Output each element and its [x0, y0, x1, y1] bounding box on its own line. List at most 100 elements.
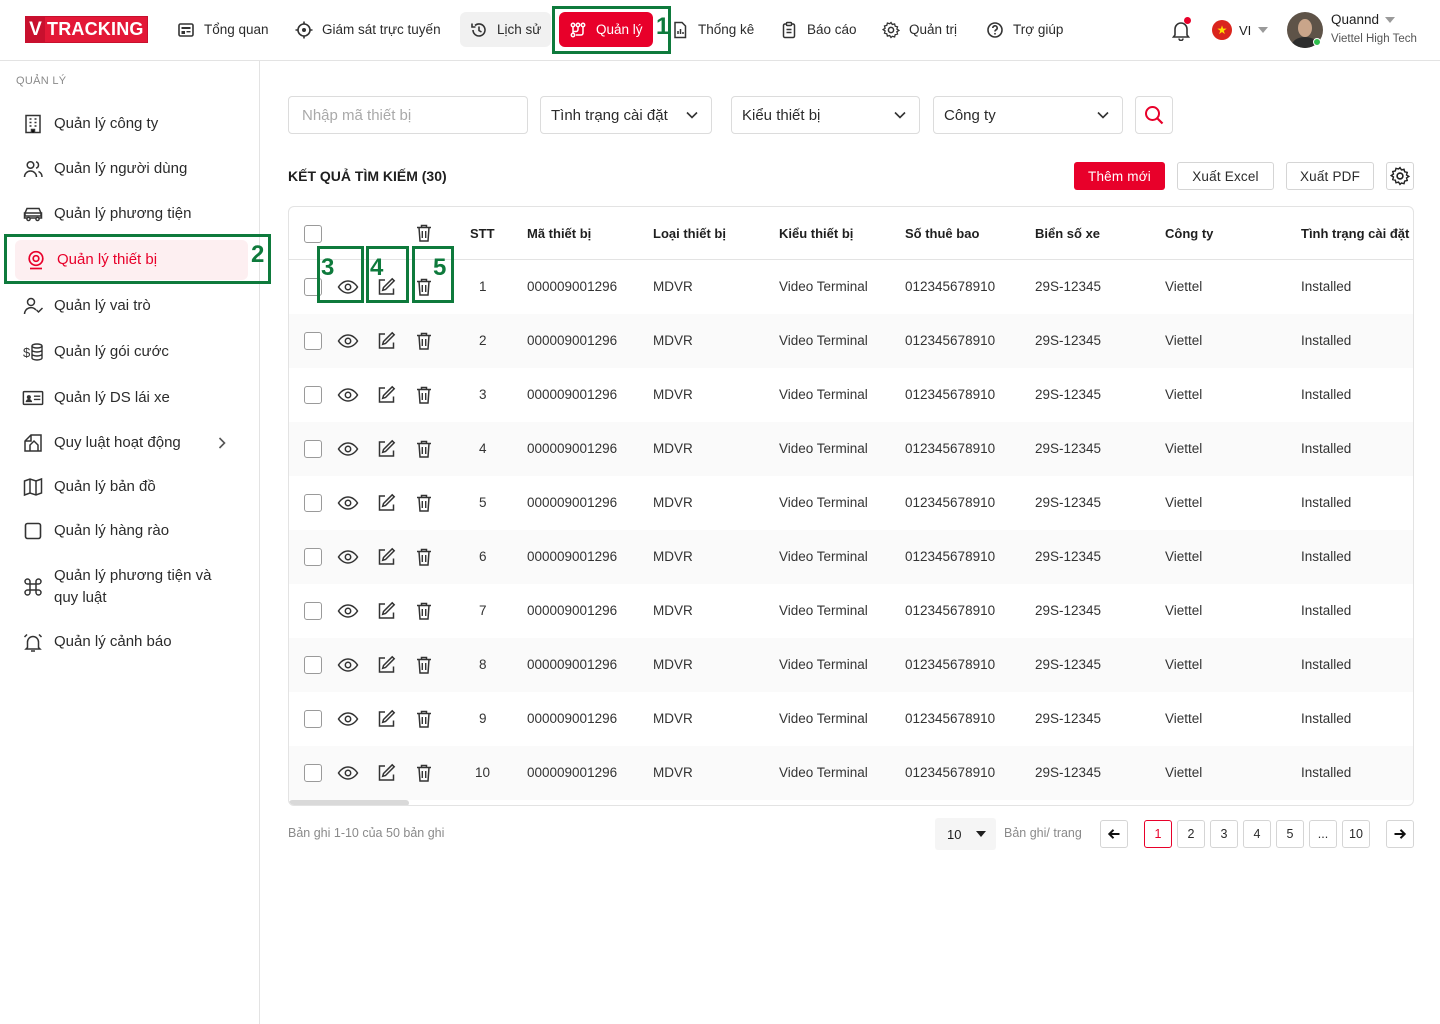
- delete-icon[interactable]: [413, 492, 435, 514]
- edit-icon[interactable]: [375, 492, 397, 514]
- page-button-4[interactable]: 4: [1243, 820, 1271, 848]
- page-button-3[interactable]: 3: [1210, 820, 1238, 848]
- view-eye-icon[interactable]: [337, 438, 359, 460]
- sidebar-item-operation-rules[interactable]: Quy luật hoạt động: [22, 432, 227, 454]
- table-row[interactable]: 7 000009001296 MDVR Video Terminal 012345678…: [289, 584, 1413, 638]
- sidebar-item-subscriptions[interactable]: $ Quản lý gói cước: [22, 341, 169, 363]
- language-selector[interactable]: ★ VI: [1212, 20, 1269, 40]
- table-row[interactable]: 4 000009001296 MDVR Video Terminal 012345678…: [289, 422, 1413, 476]
- column-header-subscriber-number[interactable]: Số thuê bao: [905, 226, 979, 241]
- table-row[interactable]: 8 000009001296 MDVR Video Terminal 012345678…: [289, 638, 1413, 692]
- prev-page-button[interactable]: [1100, 820, 1128, 848]
- delete-icon[interactable]: [413, 762, 435, 784]
- row-checkbox[interactable]: [304, 494, 322, 512]
- company-select[interactable]: Công ty: [933, 96, 1123, 134]
- nav-help[interactable]: Trợ giúp: [986, 12, 1063, 47]
- sidebar-item-roles[interactable]: Quản lý vai trò: [22, 295, 151, 317]
- sidebar-item-vehicle-rules[interactable]: Quản lý phương tiện và quy luật: [22, 565, 211, 609]
- view-eye-icon[interactable]: [337, 654, 359, 676]
- sidebar-item-users[interactable]: Quản lý người dùng: [22, 158, 187, 180]
- view-eye-icon[interactable]: [337, 330, 359, 352]
- edit-icon[interactable]: [375, 546, 397, 568]
- sidebar-item-companies[interactable]: Quản lý công ty: [22, 113, 158, 135]
- cell-license-plate: 29S-12345: [1035, 495, 1102, 510]
- nav-statistics[interactable]: Thống kê: [671, 12, 754, 47]
- view-eye-icon[interactable]: [337, 600, 359, 622]
- column-header-install-status[interactable]: Tình trạng cài đặt: [1301, 226, 1409, 241]
- export-excel-button[interactable]: Xuất Excel: [1177, 162, 1274, 190]
- bulk-delete-icon[interactable]: [413, 222, 435, 244]
- edit-icon[interactable]: [375, 600, 397, 622]
- add-new-button[interactable]: Thêm mới: [1074, 162, 1165, 190]
- row-checkbox[interactable]: [304, 332, 322, 350]
- install-status-select[interactable]: Tình trạng cài đặt: [540, 96, 712, 134]
- delete-icon[interactable]: [413, 330, 435, 352]
- page-button-10[interactable]: 10: [1342, 820, 1370, 848]
- table-settings-button[interactable]: [1386, 162, 1414, 190]
- row-checkbox[interactable]: [304, 386, 322, 404]
- table-row[interactable]: 3 000009001296 MDVR Video Terminal 012345678…: [289, 368, 1413, 422]
- device-type-select[interactable]: Kiểu thiết bị: [731, 96, 920, 134]
- page-button-5[interactable]: 5: [1276, 820, 1304, 848]
- row-checkbox[interactable]: [304, 548, 322, 566]
- sidebar-item-geofences[interactable]: Quản lý hàng rào: [22, 520, 169, 542]
- sidebar-item-drivers[interactable]: Quản lý DS lái xe: [22, 387, 170, 409]
- table-row[interactable]: 2 000009001296 MDVR Video Terminal 012345678…: [289, 314, 1413, 368]
- column-header-device-category[interactable]: Loại thiết bị: [653, 226, 726, 241]
- delete-icon[interactable]: [413, 654, 435, 676]
- table-row[interactable]: 6 000009001296 MDVR Video Terminal 012345678…: [289, 530, 1413, 584]
- table-row[interactable]: 9 000009001296 MDVR Video Terminal 012345678…: [289, 692, 1413, 746]
- row-checkbox[interactable]: [304, 440, 322, 458]
- row-checkbox[interactable]: [304, 602, 322, 620]
- table-row[interactable]: 1 000009001296 MDVR Video Terminal 012345678…: [289, 260, 1413, 314]
- view-eye-icon[interactable]: [337, 384, 359, 406]
- edit-icon[interactable]: [375, 762, 397, 784]
- edit-icon[interactable]: [375, 708, 397, 730]
- column-header-stt[interactable]: STT: [470, 226, 495, 241]
- page-button-2[interactable]: 2: [1177, 820, 1205, 848]
- edit-icon[interactable]: [375, 654, 397, 676]
- view-eye-icon[interactable]: [337, 762, 359, 784]
- nav-online-monitoring[interactable]: Giám sát trực tuyến: [295, 12, 441, 47]
- sidebar-item-alerts[interactable]: Quản lý cảnh báo: [22, 631, 172, 653]
- next-page-button[interactable]: [1386, 820, 1414, 848]
- delete-icon[interactable]: [413, 438, 435, 460]
- sidebar-item-maps[interactable]: Quản lý bản đồ: [22, 476, 156, 498]
- delete-icon[interactable]: [413, 546, 435, 568]
- column-header-device-code[interactable]: Mã thiết bị: [527, 226, 591, 241]
- edit-icon[interactable]: [375, 384, 397, 406]
- device-code-search-input[interactable]: [288, 96, 528, 134]
- table-row[interactable]: 10 000009001296 MDVR Video Terminal 01234567…: [289, 746, 1413, 800]
- column-header-device-type[interactable]: Kiểu thiết bị: [779, 226, 853, 241]
- cell-install-status: Installed: [1301, 657, 1352, 672]
- sidebar-item-vehicles[interactable]: Quản lý phương tiện: [22, 203, 191, 225]
- nav-administration[interactable]: Quản trị: [882, 12, 957, 47]
- column-header-company[interactable]: Công ty: [1165, 226, 1213, 241]
- edit-icon[interactable]: [375, 330, 397, 352]
- nav-history[interactable]: Lịch sử: [460, 12, 552, 47]
- vtracking-logo[interactable]: V TRACKING: [25, 16, 148, 43]
- horizontal-scrollbar[interactable]: [289, 800, 409, 805]
- row-checkbox[interactable]: [304, 656, 322, 674]
- page-size-select[interactable]: 10: [935, 818, 996, 850]
- select-all-checkbox[interactable]: [304, 225, 322, 243]
- page-button-1[interactable]: 1: [1144, 820, 1172, 848]
- table-row[interactable]: 5 000009001296 MDVR Video Terminal 012345678…: [289, 476, 1413, 530]
- row-checkbox[interactable]: [304, 710, 322, 728]
- column-header-license-plate[interactable]: Biển số xe: [1035, 226, 1100, 241]
- delete-icon[interactable]: [413, 384, 435, 406]
- cell-device-type: Video Terminal: [779, 657, 868, 672]
- view-eye-icon[interactable]: [337, 546, 359, 568]
- row-checkbox[interactable]: [304, 764, 322, 782]
- nav-dashboard[interactable]: Tổng quan: [177, 12, 269, 47]
- view-eye-icon[interactable]: [337, 492, 359, 514]
- search-button[interactable]: [1135, 96, 1173, 134]
- command-icon: [24, 578, 42, 596]
- export-pdf-button[interactable]: Xuất PDF: [1286, 162, 1374, 190]
- edit-icon[interactable]: [375, 438, 397, 460]
- delete-icon[interactable]: [413, 708, 435, 730]
- nav-reports[interactable]: Báo cáo: [780, 12, 857, 47]
- view-eye-icon[interactable]: [337, 708, 359, 730]
- user-menu[interactable]: Quannd: [1331, 12, 1396, 27]
- delete-icon[interactable]: [413, 600, 435, 622]
